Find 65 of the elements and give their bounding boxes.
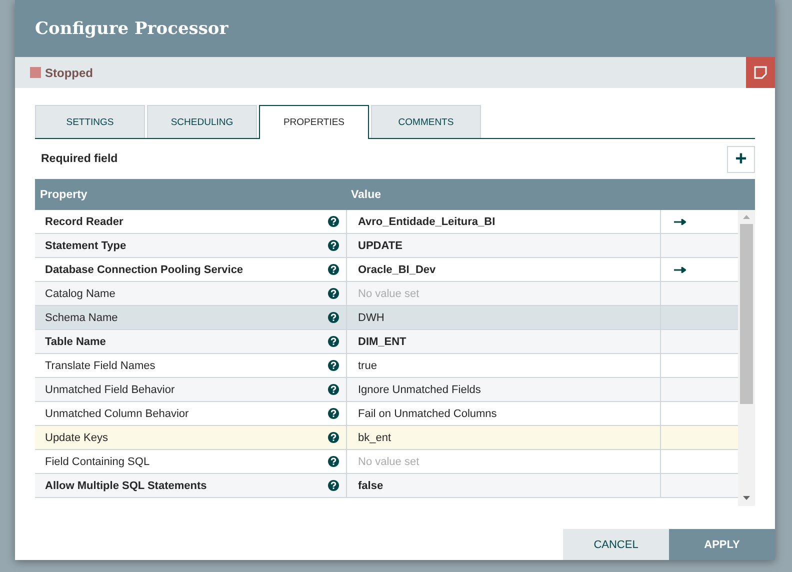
table-row[interactable]: Catalog Name No value set — [35, 282, 738, 306]
cancel-button[interactable]: CANCEL — [563, 529, 669, 560]
property-value: Oracle_BI_Dev — [358, 264, 436, 276]
help-icon[interactable] — [328, 336, 339, 347]
help-icon[interactable] — [328, 432, 339, 443]
help-icon[interactable] — [328, 408, 339, 419]
help-icon[interactable] — [328, 288, 339, 299]
help-icon[interactable] — [328, 384, 339, 395]
property-value: false — [358, 480, 384, 492]
property-name: Table Name — [45, 336, 107, 348]
property-value: DIM_ENT — [358, 336, 406, 348]
status-label: Stopped — [45, 66, 93, 80]
table-row[interactable]: Translate Field Names true — [35, 354, 738, 378]
property-name: Catalog Name — [45, 288, 116, 300]
dialog-title: Configure Processor — [35, 18, 228, 38]
tab[interactable]: PROPERTIES — [259, 105, 369, 139]
column-header: Value — [350, 188, 382, 200]
required-field-note: Required field — [41, 153, 118, 165]
property-name: Allow Multiple SQL Statements — [45, 480, 208, 492]
table-row[interactable]: Unmatched Column Behavior Fail on Unmatched Columns — [35, 402, 738, 426]
table-row[interactable]: Update Keys bk_ent — [35, 426, 738, 450]
property-value: Fail on Unmatched Columns — [358, 408, 497, 420]
table-row[interactable]: Allow Multiple SQL Statements false — [35, 474, 738, 498]
table-row[interactable]: Record Reader Avro_Entidade_Leitura_BI — [35, 210, 738, 234]
table-row[interactable]: Database Connection Pooling Service Oracle_BI_Dev — [35, 258, 738, 282]
comment-note-button[interactable] — [746, 57, 775, 88]
property-name: Statement Type — [45, 240, 128, 252]
property-name: Field Containing SQL — [45, 456, 151, 468]
table-row[interactable]: Table Name DIM_ENT — [35, 330, 738, 354]
help-icon[interactable] — [328, 456, 339, 467]
arrow-right-icon[interactable] — [674, 218, 686, 224]
property-value: true — [358, 360, 377, 372]
scrollbar[interactable] — [738, 210, 755, 506]
help-icon[interactable] — [328, 216, 339, 227]
table-row[interactable]: Statement Type UPDATE — [35, 234, 738, 258]
tab[interactable]: COMMENTS — [371, 105, 481, 138]
property-value: Avro_Entidade_Leitura_BI — [358, 216, 496, 228]
arrow-right-icon[interactable] — [674, 266, 686, 272]
add-property-button[interactable]: + — [727, 146, 755, 172]
help-icon[interactable] — [328, 312, 339, 323]
note-icon — [754, 66, 767, 79]
table-row[interactable]: Schema Name DWH — [35, 306, 738, 330]
property-name: Unmatched Column Behavior — [45, 408, 190, 420]
property-name: Unmatched Field Behavior — [45, 384, 176, 396]
tab[interactable]: SETTINGS — [35, 105, 145, 138]
property-value: bk_ent — [358, 432, 392, 444]
property-value: No value set — [358, 288, 420, 300]
property-name: Schema Name — [45, 312, 119, 324]
property-name: Translate Field Names — [45, 360, 156, 372]
property-value: DWH — [358, 312, 384, 324]
help-icon[interactable] — [328, 240, 339, 251]
property-name: Record Reader — [45, 216, 124, 228]
help-icon[interactable] — [328, 360, 339, 371]
help-icon[interactable] — [328, 480, 339, 491]
property-value: UPDATE — [358, 240, 402, 252]
property-name: Update Keys — [45, 432, 109, 444]
scroll-down-icon[interactable] — [743, 496, 750, 500]
table-row[interactable]: Field Containing SQL No value set — [35, 450, 738, 474]
tab[interactable]: SCHEDULING — [147, 105, 257, 138]
table-row[interactable]: Unmatched Field Behavior Ignore Unmatched Fields — [35, 378, 738, 402]
property-value: No value set — [358, 456, 420, 468]
property-name: Database Connection Pooling Service — [45, 264, 244, 276]
property-value: Ignore Unmatched Fields — [358, 384, 481, 396]
column-header: Property — [39, 188, 88, 200]
help-icon[interactable] — [328, 264, 339, 275]
